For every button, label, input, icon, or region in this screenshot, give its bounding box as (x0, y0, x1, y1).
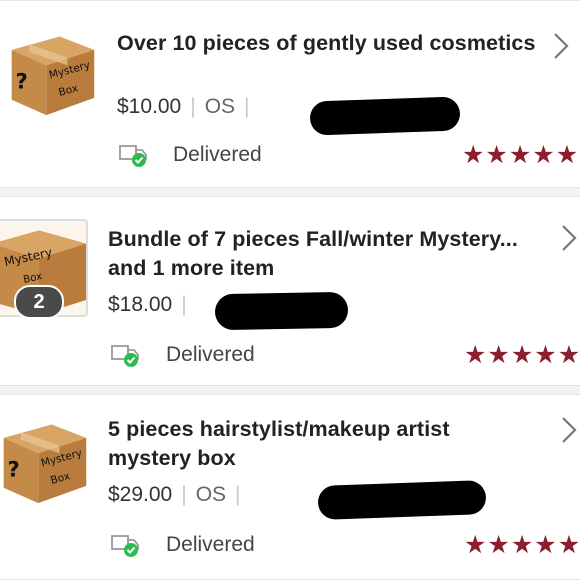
meta-separator: | (181, 293, 187, 316)
delivery-status: Delivered (173, 143, 262, 166)
meta-separator: | (244, 95, 250, 118)
order-price: $18.00 (108, 293, 173, 316)
star-icon: ★ (464, 531, 487, 559)
star-icon: ★ (462, 141, 485, 169)
row-divider (0, 386, 580, 394)
order-title: Over 10 pieces of gently used cosmetics (117, 31, 536, 55)
delivered-truck-icon (111, 345, 139, 367)
meta-separator: | (190, 95, 196, 118)
delivered-truck-icon (119, 145, 147, 167)
order-meta: $29.00 | OS | (108, 481, 250, 509)
order-meta: $18.00 | (108, 291, 196, 319)
chevron-right-icon[interactable] (560, 415, 578, 445)
star-icon: ★ (557, 341, 580, 369)
star-rating: ★ ★ ★ ★ ★ (464, 343, 580, 368)
mystery-box-thumbnail: ? Mystery Box (0, 411, 92, 507)
star-rating: ★ ★ ★ ★ ★ (462, 143, 578, 168)
meta-separator: | (235, 483, 241, 506)
meta-separator: | (181, 483, 187, 506)
item-count-badge: 2 (14, 285, 64, 319)
row-divider (0, 188, 580, 196)
delivered-truck-icon (111, 535, 139, 557)
order-row[interactable]: Mystery Box 2 Bundle of 7 pieces Fall/wi… (0, 196, 580, 386)
star-icon: ★ (464, 341, 487, 369)
star-rating: ★ ★ ★ ★ ★ (464, 533, 580, 558)
star-icon: ★ (555, 141, 579, 169)
delivery-status: Delivered (166, 533, 255, 556)
redaction-mark (214, 291, 349, 331)
star-icon: ★ (510, 531, 534, 559)
order-row[interactable]: ? Mystery Box Over 10 pieces of gently u… (0, 0, 580, 188)
star-icon: ★ (532, 141, 555, 169)
order-size: OS (195, 483, 227, 506)
redaction-mark (317, 480, 487, 520)
star-icon: ★ (510, 341, 534, 369)
svg-text:?: ? (8, 456, 20, 481)
star-icon: ★ (508, 141, 532, 169)
order-size: OS (204, 95, 236, 118)
order-price: $29.00 (108, 483, 173, 506)
mystery-box-thumbnail: ? Mystery Box (4, 23, 100, 119)
order-row[interactable]: ? Mystery Box 5 pieces hairstylist/makeu… (0, 394, 580, 580)
order-title: Bundle of 7 pieces Fall/winter Mystery..… (108, 227, 518, 280)
svg-text:?: ? (16, 68, 28, 93)
order-meta: $10.00 | OS | (117, 93, 259, 121)
star-icon: ★ (487, 341, 510, 369)
chevron-right-icon[interactable] (552, 31, 570, 61)
star-icon: ★ (487, 531, 510, 559)
star-icon: ★ (557, 531, 580, 559)
star-icon: ★ (485, 141, 508, 169)
redaction-mark (309, 96, 461, 136)
chevron-right-icon[interactable] (560, 223, 578, 253)
order-price: $10.00 (117, 95, 182, 118)
star-icon: ★ (534, 531, 557, 559)
delivery-status: Delivered (166, 343, 255, 366)
order-title: 5 pieces hairstylist/makeup artist myste… (108, 417, 450, 470)
star-icon: ★ (534, 341, 557, 369)
